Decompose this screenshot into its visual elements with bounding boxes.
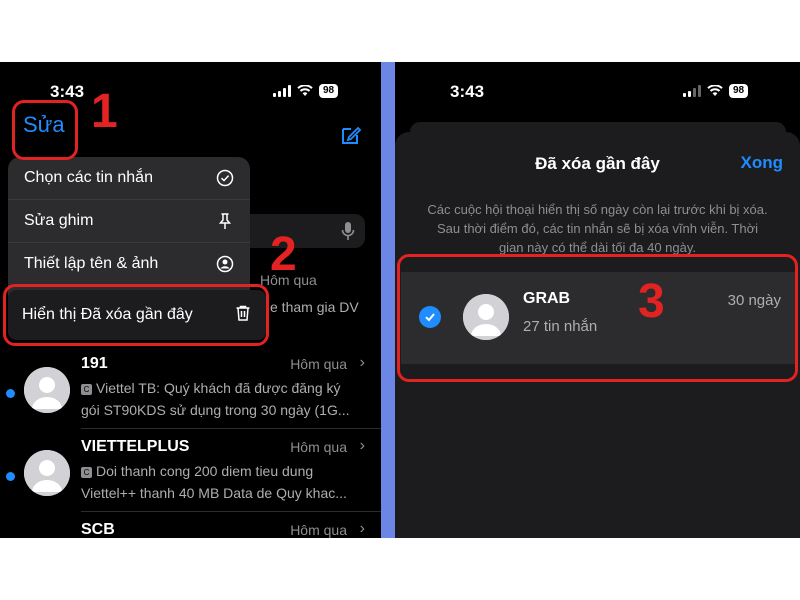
right-phone-screen: 3:43 98 Đã xóa gần đây Xong Các cuộc hội… (395, 62, 800, 538)
menu-item-name-photo[interactable]: Thiết lập tên & ảnh (8, 243, 250, 286)
avatar (24, 367, 70, 413)
menu-item-label: Chọn các tin nhắn (24, 169, 153, 186)
contact-name: 191 (81, 355, 108, 372)
battery-icon: 98 (729, 84, 749, 98)
annotation-box-2 (3, 284, 269, 346)
signal-icon (273, 85, 291, 97)
status-time: 3:43 (450, 82, 485, 101)
list-item[interactable]: VIETTELPLUS Hôm qua › C Doi thanh cong 20… (0, 430, 381, 512)
chevron-right-icon: › (359, 354, 365, 371)
avatar (24, 450, 70, 496)
status-icons: 98 (273, 84, 339, 98)
contact-name: SCB (81, 521, 115, 538)
checkmark-circle-icon (216, 169, 234, 187)
pin-icon (216, 212, 234, 230)
sim-tag-icon: C (81, 467, 92, 478)
battery-icon: 98 (319, 84, 339, 98)
screenshot-stage: 3:43 98 Sửa Hôm qua e tham gia DV Chọn c… (0, 62, 800, 538)
done-button[interactable]: Xong (741, 153, 784, 173)
unread-indicator (6, 472, 15, 481)
row-preview: e tham gia DV (270, 299, 359, 315)
person-circle-icon (216, 255, 234, 273)
menu-item-label: Sửa ghim (24, 212, 94, 229)
message-time: Hôm qua (290, 522, 347, 538)
message-time: Hôm qua (290, 439, 347, 455)
wifi-icon (707, 85, 723, 96)
annotation-number-3: 3 (638, 275, 665, 328)
compose-icon[interactable] (340, 124, 362, 146)
message-preview-line1: C Doi thanh cong 200 diem tieu dung (81, 463, 313, 479)
list-item[interactable]: 191 Hôm qua › C Viettel TB: Quý khách đã … (0, 347, 381, 429)
left-phone-screen: 3:43 98 Sửa Hôm qua e tham gia DV Chọn c… (0, 62, 381, 538)
microphone-icon[interactable] (341, 221, 355, 241)
status-icons: 98 (683, 84, 749, 98)
status-time: 3:43 (50, 82, 85, 101)
annotation-number-1: 1 (91, 85, 118, 138)
unread-indicator (6, 389, 15, 398)
contact-name: VIETTELPLUS (81, 438, 190, 455)
sheet-description: Các cuộc hội thoại hiển thị số ngày còn … (427, 202, 768, 255)
divider (81, 511, 381, 512)
menu-item-label: Thiết lập tên & ảnh (24, 255, 159, 272)
menu-item-select-messages[interactable]: Chọn các tin nhắn (8, 157, 250, 200)
chevron-right-icon: › (359, 437, 365, 454)
annotation-box-1 (12, 100, 78, 160)
message-preview-line2: Viettel++ thanh 40 MB Data de Quy khac..… (81, 485, 347, 501)
annotation-number-2: 2 (270, 228, 297, 281)
menu-item-edit-pins[interactable]: Sửa ghim (8, 200, 250, 243)
annotation-box-3 (397, 254, 798, 382)
message-time: Hôm qua (290, 356, 347, 372)
message-preview-line1: C Viettel TB: Quý khách đã được đăng ký (81, 380, 341, 396)
wifi-icon (297, 85, 313, 96)
list-item[interactable]: SCB Hôm qua › (0, 513, 381, 538)
divider (81, 428, 381, 429)
sheet-title: Đã xóa gần đây (535, 154, 660, 173)
signal-icon (683, 85, 701, 97)
sim-tag-icon: C (81, 384, 92, 395)
panel-divider (381, 62, 395, 538)
chevron-right-icon: › (359, 520, 365, 537)
message-preview-line2: gói ST90KDS sử dụng trong 30 ngày (1G... (81, 402, 350, 418)
